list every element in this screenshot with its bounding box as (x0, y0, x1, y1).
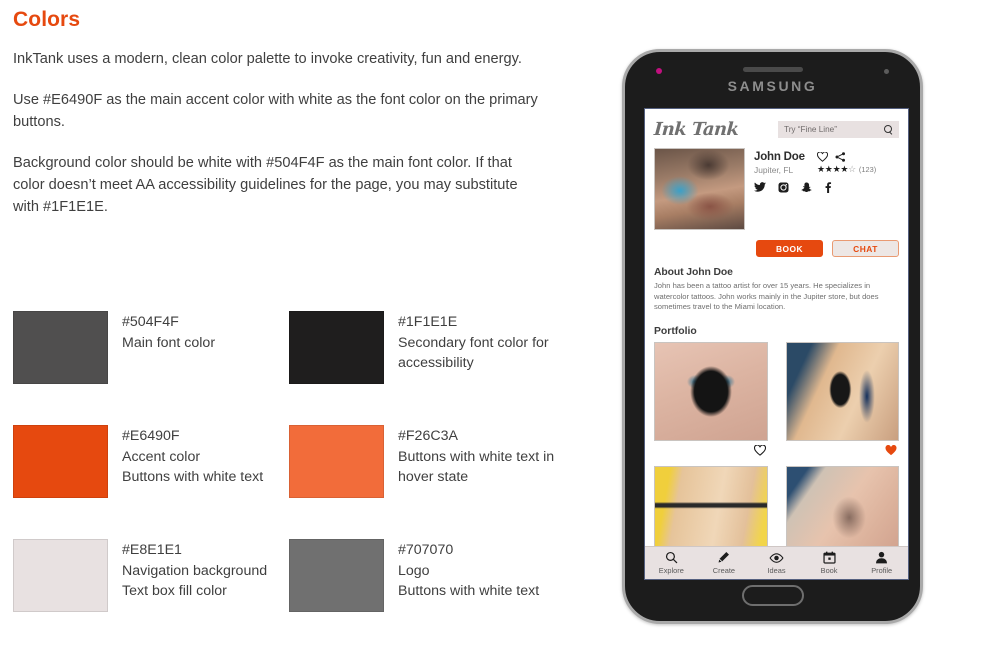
page-title: Colors (13, 8, 81, 31)
swatch-text: #F26C3A Buttons with white text in hover… (398, 425, 565, 488)
portfolio-item[interactable] (654, 341, 768, 457)
instagram-icon[interactable] (778, 182, 789, 193)
phone-screen: Ink Tank Try “Fine Line” John Doe Jupite… (644, 108, 909, 580)
swatch-note: Buttons with white text in hover state (398, 448, 555, 486)
phone-brand-label: SAMSUNG (727, 78, 818, 94)
nav-item-ideas[interactable]: Ideas (750, 551, 803, 575)
person-icon (875, 551, 888, 564)
swatch-item: #E8E1E1 Navigation background Text box f… (13, 539, 289, 653)
star-filled: ★ (824, 164, 833, 174)
swatch-note: Secondary font color for accessibility (398, 334, 549, 372)
pencil-icon (717, 551, 730, 564)
accent-paragraph: Use #E6490F as the main accent color wit… (13, 92, 538, 130)
nav-item-explore[interactable]: Explore (645, 551, 698, 575)
app-scroll-area[interactable]: Ink Tank Try “Fine Line” John Doe Jupite… (645, 109, 908, 579)
notification-led-icon (656, 68, 662, 74)
page-root: Colors InkTank uses a modern, clean colo… (0, 0, 989, 660)
social-links (754, 182, 899, 193)
portfolio-section: Portfolio (645, 313, 908, 565)
swatch-text: #1F1E1E Secondary font color for accessi… (398, 311, 565, 374)
swatch-text: #E8E1E1 Navigation background Text box f… (122, 539, 267, 602)
background-paragraph: Background color should be white with #5… (13, 155, 518, 215)
swatch-chip (13, 425, 108, 498)
star-filled: ★ (840, 164, 849, 174)
artist-name: John Doe (754, 151, 805, 163)
swatch-item: #1F1E1E Secondary font color for accessi… (289, 311, 565, 425)
eye-icon (769, 551, 784, 564)
swatch-chip (13, 311, 108, 384)
swatch-grid: #504F4F Main font color #1F1E1E Secondar… (13, 311, 558, 653)
swatch-item: #707070 Logo Buttons with white text (289, 539, 565, 653)
intro-paragraph: InkTank uses a modern, clean color palet… (13, 51, 522, 67)
swatch-item: #E6490F Accent color Buttons with white … (13, 425, 289, 539)
swatch-item: #504F4F Main font color (13, 311, 289, 425)
color-spec-section: Colors InkTank uses a modern, clean colo… (13, 8, 558, 218)
earpiece-speaker (742, 67, 803, 72)
share-icon[interactable] (835, 152, 846, 162)
swatch-note: Accent color Buttons with white text (122, 448, 264, 486)
wolf-tattoo-image[interactable] (654, 341, 768, 441)
like-heart-outline-icon[interactable] (654, 441, 768, 457)
inktank-logo[interactable]: Ink Tank (653, 119, 739, 140)
search-icon (665, 551, 678, 564)
search-icon (884, 125, 893, 134)
nav-item-profile[interactable]: Profile (855, 551, 908, 575)
about-title: About John Doe (654, 267, 733, 278)
star-filled: ★ (832, 164, 841, 174)
star-empty: ☆ (848, 164, 856, 174)
nav-label: Ideas (767, 566, 786, 575)
app-header: Ink Tank Try “Fine Line” (645, 109, 908, 146)
rating-stars: ★ ★ ★ ★ ☆ (123) (817, 164, 899, 174)
swatch-hex: #504F4F (122, 314, 179, 330)
artist-profile: John Doe Jupiter, FL ★ ★ ★ ★ ☆ (123) (645, 146, 908, 230)
nav-item-create[interactable]: Create (698, 551, 751, 575)
swatch-text: #504F4F Main font color (122, 311, 215, 353)
swatch-hex: #E8E1E1 (122, 542, 182, 558)
twitter-icon[interactable] (754, 182, 766, 193)
avatar[interactable] (654, 148, 745, 230)
nav-label: Explore (658, 566, 684, 575)
star-filled: ★ (817, 164, 825, 174)
search-input[interactable]: Try “Fine Line” (778, 121, 899, 138)
calendar-icon (823, 551, 836, 564)
chat-button[interactable]: CHAT (832, 240, 899, 257)
swatch-note: Logo Buttons with white text (398, 562, 540, 600)
facebook-icon[interactable] (824, 182, 832, 193)
nav-item-book[interactable]: Book (803, 551, 856, 575)
profile-action-buttons: BOOK CHAT (645, 230, 908, 257)
search-placeholder: Try “Fine Line” (784, 125, 837, 134)
nav-label: Book (820, 566, 838, 575)
nav-label: Profile (871, 566, 893, 575)
swatch-note: Main font color (122, 334, 216, 351)
swatch-item: #F26C3A Buttons with white text in hover… (289, 425, 565, 539)
panther-tattoo-image[interactable] (785, 341, 899, 441)
about-section: About John Doe John has been a tattoo ar… (645, 257, 908, 313)
portfolio-item[interactable] (785, 341, 900, 457)
swatch-chip (13, 539, 108, 612)
swatch-hex: #F26C3A (398, 428, 458, 444)
portfolio-title: Portfolio (654, 325, 697, 337)
portfolio-grid (654, 341, 900, 565)
swatch-text: #707070 Logo Buttons with white text (398, 539, 539, 602)
nav-label: Create (712, 566, 735, 575)
swatch-chip (289, 311, 384, 384)
rating-count: (123) (858, 164, 877, 174)
phone-mockup: SAMSUNG Ink Tank Try “Fine Line” John Do… (622, 49, 923, 624)
swatch-hex: #707070 (398, 542, 454, 558)
home-button[interactable] (741, 585, 804, 606)
swatch-chip (289, 539, 384, 612)
heart-outline-icon[interactable] (817, 152, 828, 162)
proximity-sensor-icon (884, 69, 889, 74)
swatch-note: Navigation background Text box fill colo… (122, 562, 268, 600)
bottom-navigation: Explore Create Ideas Book Profile (645, 546, 908, 579)
about-body: John has been a tattoo artist for over 1… (654, 281, 879, 312)
swatch-hex: #1F1E1E (398, 314, 458, 330)
snapchat-icon[interactable] (801, 182, 812, 193)
book-button[interactable]: BOOK (756, 240, 823, 257)
swatch-chip (289, 425, 384, 498)
swatch-hex: #E6490F (122, 428, 180, 444)
artist-location: Jupiter, FL (754, 165, 794, 175)
like-heart-filled-icon[interactable] (786, 441, 900, 457)
swatch-text: #E6490F Accent color Buttons with white … (122, 425, 263, 488)
